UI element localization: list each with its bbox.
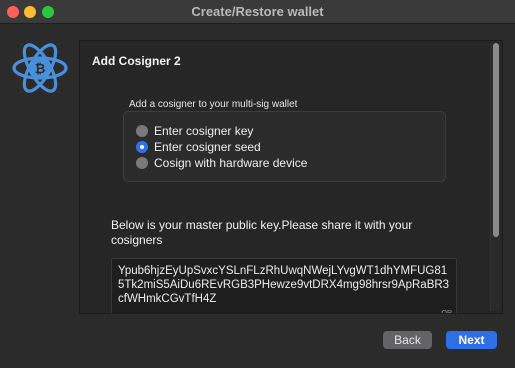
master-public-key-field[interactable]: Ypub6hjzEyUpSvxcYSLnFLzRhUwqNWejLYvgWT1d…: [111, 258, 457, 313]
qr-icon[interactable]: QR: [442, 310, 453, 313]
radio-button-selected[interactable]: [136, 141, 148, 153]
radio-cosign-hardware-device[interactable]: Cosign with hardware device: [136, 156, 307, 170]
radio-button[interactable]: [136, 125, 148, 137]
radio-label: Cosign with hardware device: [154, 156, 308, 170]
cosigner-options-group: Enter cosigner key Enter cosigner seed C…: [123, 111, 446, 182]
master-public-key-text: Ypub6hjzEyUpSvxcYSLnFLzRhUwqNWejLYvgWT1d…: [118, 265, 450, 305]
wizard-panel: Add Cosigner 2 Add a cosigner to your mu…: [79, 40, 503, 314]
radio-label: Enter cosigner seed: [154, 140, 261, 154]
svg-text:₿: ₿: [35, 62, 46, 77]
scrollbar-thumb[interactable]: [493, 43, 499, 237]
master-key-instructions: Below is your master public key.Please s…: [111, 218, 413, 247]
vertical-scrollbar[interactable]: [490, 43, 500, 311]
next-button[interactable]: Next: [446, 331, 497, 349]
radio-label: Enter cosigner key: [154, 124, 254, 138]
electrum-bitcoin-logo-icon: ₿: [12, 40, 68, 96]
radio-enter-cosigner-key[interactable]: Enter cosigner key: [136, 124, 253, 138]
cosigner-group-label: Add a cosigner to your multi-sig wallet: [129, 99, 298, 110]
window-title: Create/Restore wallet: [191, 4, 324, 19]
back-button[interactable]: Back: [383, 331, 432, 349]
page-title: Add Cosigner 2: [92, 54, 181, 68]
radio-enter-cosigner-seed[interactable]: Enter cosigner seed: [136, 140, 261, 154]
radio-button[interactable]: [136, 157, 148, 169]
title-bar: Create/Restore wallet: [0, 0, 515, 24]
